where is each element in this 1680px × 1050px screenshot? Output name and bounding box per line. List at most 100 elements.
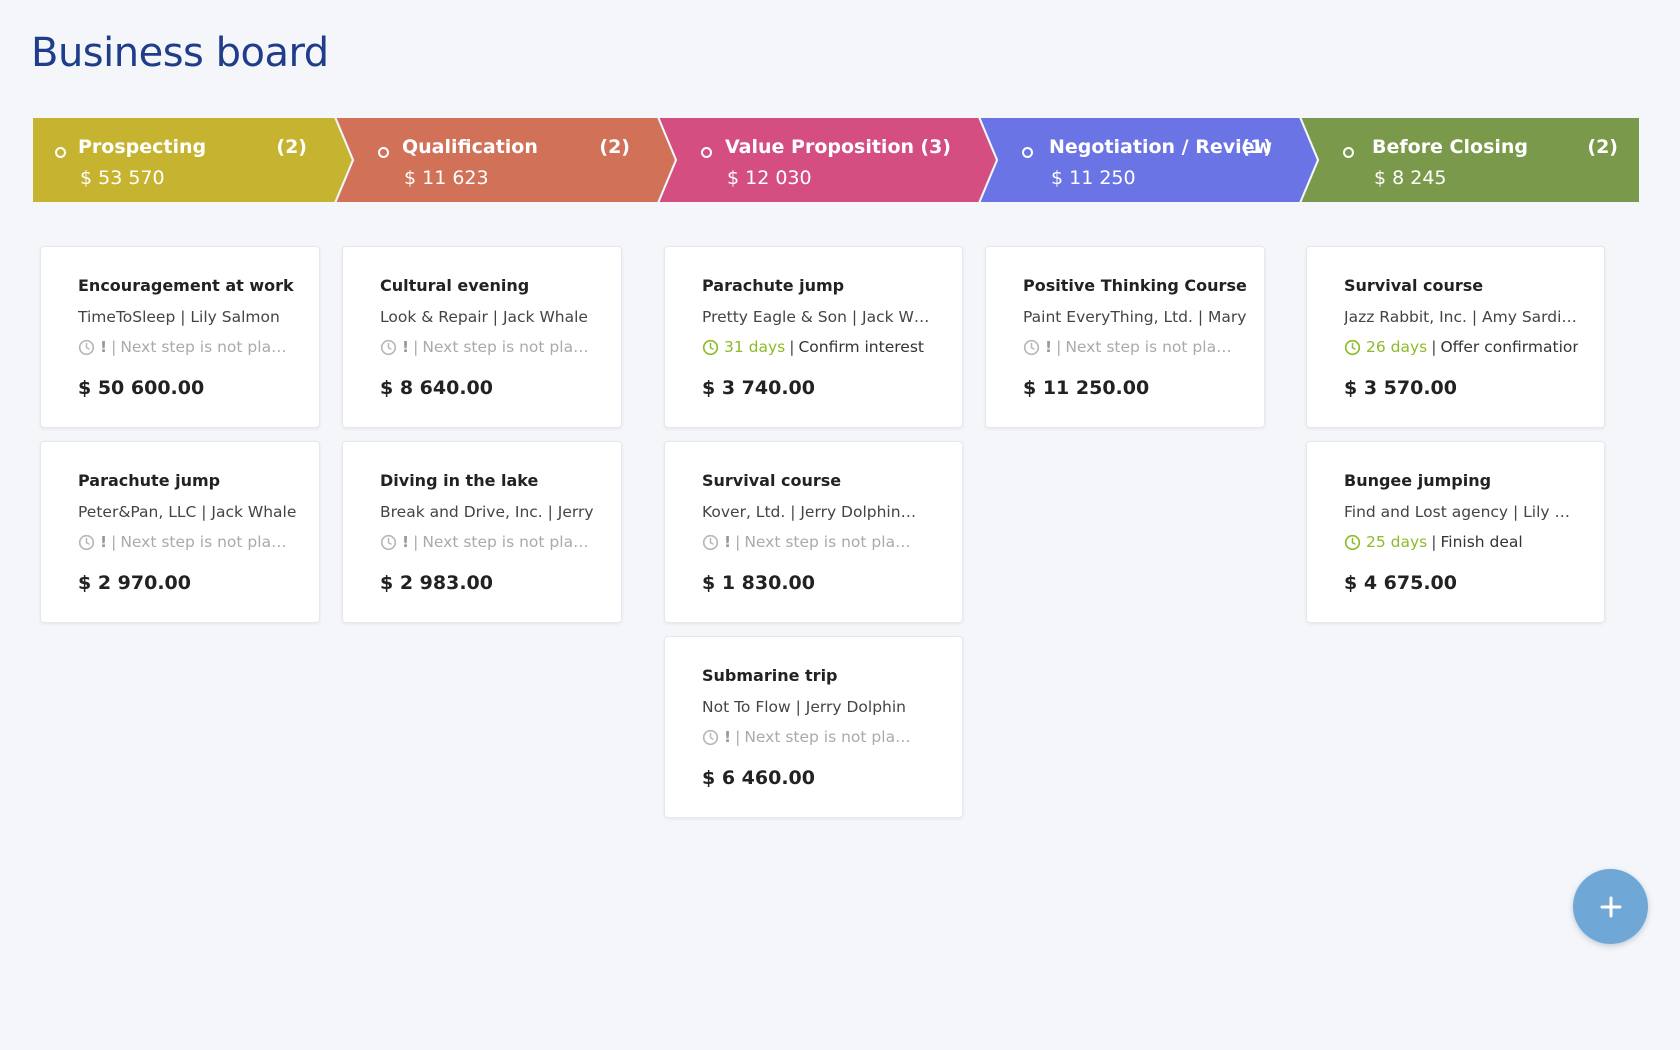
next-step-text: Next step is not pla… bbox=[422, 338, 589, 356]
next-step-text: Offer confirmation? bbox=[1440, 338, 1578, 356]
deal-title: Survival course bbox=[1344, 276, 1484, 295]
stage-total: $ 12 030 bbox=[727, 167, 812, 189]
stage-count: (1) bbox=[1241, 136, 1272, 158]
warning-mark: ! bbox=[402, 338, 410, 356]
clock-icon bbox=[78, 339, 95, 355]
deal-amount: $ 1 830.00 bbox=[702, 572, 815, 594]
deal-title: Positive Thinking Course bbox=[1023, 276, 1247, 295]
deal-amount: $ 8 640.00 bbox=[380, 377, 493, 399]
add-deal-button[interactable] bbox=[1573, 869, 1648, 944]
stage-count: (2) bbox=[1587, 136, 1618, 158]
deal-card[interactable]: Bungee jumping Find and Lost agency | Lil… bbox=[1306, 441, 1605, 623]
clock-icon bbox=[380, 534, 397, 550]
deal-card[interactable]: Survival course Kover, Ltd. | Jerry Dolph… bbox=[664, 441, 963, 623]
next-step-text: Confirm interest bbox=[798, 338, 924, 356]
deal-card[interactable]: Survival course Jazz Rabbit, Inc. | Amy S… bbox=[1306, 246, 1605, 428]
deal-card[interactable]: Cultural evening Look & Repair | Jack Wha… bbox=[342, 246, 622, 428]
stage-total: $ 11 250 bbox=[1051, 167, 1136, 189]
separator: | bbox=[1056, 338, 1062, 356]
page-title: Business board bbox=[31, 30, 329, 76]
next-step: 25 days | Finish deal bbox=[1344, 533, 1523, 551]
deal-card[interactable]: Submarine trip Not To Flow | Jerry Dolphi… bbox=[664, 636, 963, 818]
deal-client: TimeToSleep | Lily Salmon bbox=[78, 308, 280, 326]
next-step: ! | Next step is not pla… bbox=[702, 728, 911, 746]
pipeline-stage[interactable]: Prospecting (2) $ 53 570 bbox=[32, 117, 335, 203]
stage-bullet-icon bbox=[1022, 147, 1033, 158]
separator: | bbox=[111, 533, 117, 551]
pipeline-stage[interactable]: Qualification (2) $ 11 623 bbox=[335, 117, 658, 203]
next-step: ! | Next step is not pla… bbox=[380, 533, 589, 551]
deal-client: Paint EveryThing, Ltd. | Mary bbox=[1023, 308, 1247, 326]
days-remaining: 31 days bbox=[724, 338, 786, 356]
deal-title: Parachute jump bbox=[702, 276, 845, 295]
pipeline-stage[interactable]: Value Proposition (3) $ 12 030 bbox=[658, 117, 979, 203]
deal-client: Pretty Eagle & Son | Jack Wh… bbox=[702, 308, 936, 326]
clock-icon bbox=[1344, 534, 1361, 550]
deal-title: Encouragement at work bbox=[78, 276, 294, 295]
next-step: ! | Next step is not pla… bbox=[78, 338, 287, 356]
next-step-text: Next step is not pla… bbox=[1065, 338, 1232, 356]
warning-mark: ! bbox=[100, 338, 108, 356]
pipeline-stages: Prospecting (2) $ 53 570 Qualification (2) $ … bbox=[32, 117, 1640, 203]
separator: | bbox=[789, 338, 795, 356]
deal-amount: $ 3 570.00 bbox=[1344, 377, 1457, 399]
deal-amount: $ 6 460.00 bbox=[702, 767, 815, 789]
deal-amount: $ 2 970.00 bbox=[78, 572, 191, 594]
stage-bullet-icon bbox=[701, 147, 712, 158]
next-step: ! | Next step is not pla… bbox=[380, 338, 589, 356]
pipeline-stage[interactable]: Negotiation / Review (1) $ 11 250 bbox=[979, 117, 1300, 203]
warning-mark: ! bbox=[724, 533, 732, 551]
deal-title: Submarine trip bbox=[702, 666, 838, 685]
stage-name: Qualification bbox=[402, 136, 538, 158]
next-step-text: Next step is not pla… bbox=[120, 338, 287, 356]
separator: | bbox=[735, 728, 741, 746]
clock-icon bbox=[702, 339, 719, 355]
stage-bullet-icon bbox=[55, 147, 66, 158]
deal-amount: $ 50 600.00 bbox=[78, 377, 205, 399]
deal-title: Survival course bbox=[702, 471, 842, 490]
clock-icon bbox=[702, 534, 719, 550]
deal-title: Bungee jumping bbox=[1344, 471, 1492, 490]
deal-amount: $ 11 250.00 bbox=[1023, 377, 1150, 399]
separator: | bbox=[1431, 338, 1437, 356]
stage-bullet-icon bbox=[1343, 147, 1354, 158]
deal-card[interactable]: Parachute jump Peter&Pan, LLC | Jack Whal… bbox=[40, 441, 320, 623]
separator: | bbox=[413, 533, 419, 551]
deal-card[interactable]: Positive Thinking Course Paint EveryThing… bbox=[985, 246, 1265, 428]
warning-mark: ! bbox=[1045, 338, 1053, 356]
next-step-text: Next step is not pla… bbox=[744, 533, 911, 551]
next-step: ! | Next step is not pla… bbox=[78, 533, 287, 551]
deal-client: Find and Lost agency | Lily Salmon bbox=[1344, 503, 1578, 521]
deal-client: Break and Drive, Inc. | Jerry bbox=[380, 503, 594, 521]
warning-mark: ! bbox=[100, 533, 108, 551]
stage-total: $ 8 245 bbox=[1374, 167, 1447, 189]
deal-title: Parachute jump bbox=[78, 471, 221, 490]
deal-client: Jazz Rabbit, Inc. | Amy Sardine bbox=[1344, 308, 1578, 326]
plus-icon bbox=[1600, 896, 1621, 917]
next-step-text: Next step is not pla… bbox=[120, 533, 287, 551]
clock-icon bbox=[78, 534, 95, 550]
separator: | bbox=[413, 338, 419, 356]
stage-name: Prospecting bbox=[78, 136, 207, 158]
next-step: 26 days | Offer confirmation? bbox=[1344, 338, 1578, 356]
next-step: 31 days | Confirm interest bbox=[702, 338, 924, 356]
separator: | bbox=[1431, 533, 1437, 551]
deal-client: Kover, Ltd. | Jerry Dolphin… bbox=[702, 503, 917, 521]
next-step-text: Next step is not pla… bbox=[422, 533, 589, 551]
clock-icon bbox=[1023, 339, 1040, 355]
deal-client: Not To Flow | Jerry Dolphin bbox=[702, 698, 906, 716]
stage-bullet-icon bbox=[378, 147, 389, 158]
clock-icon bbox=[702, 729, 719, 745]
stage-count: (3) bbox=[920, 136, 951, 158]
pipeline-stage[interactable]: Before Closing (2) $ 8 245 bbox=[1300, 117, 1640, 203]
stage-count: (2) bbox=[599, 136, 630, 158]
deal-title: Cultural evening bbox=[380, 276, 530, 295]
deal-card[interactable]: Parachute jump Pretty Eagle & Son | Jack … bbox=[664, 246, 963, 428]
deal-card[interactable]: Diving in the lake Break and Drive, Inc. … bbox=[342, 441, 622, 623]
days-remaining: 25 days bbox=[1366, 533, 1428, 551]
warning-mark: ! bbox=[402, 533, 410, 551]
next-step: ! | Next step is not pla… bbox=[1023, 338, 1232, 356]
deal-card[interactable]: Encouragement at work TimeToSleep | Lily … bbox=[40, 246, 320, 428]
deal-amount: $ 2 983.00 bbox=[380, 572, 493, 594]
stage-name: Negotiation / Review bbox=[1049, 136, 1273, 158]
